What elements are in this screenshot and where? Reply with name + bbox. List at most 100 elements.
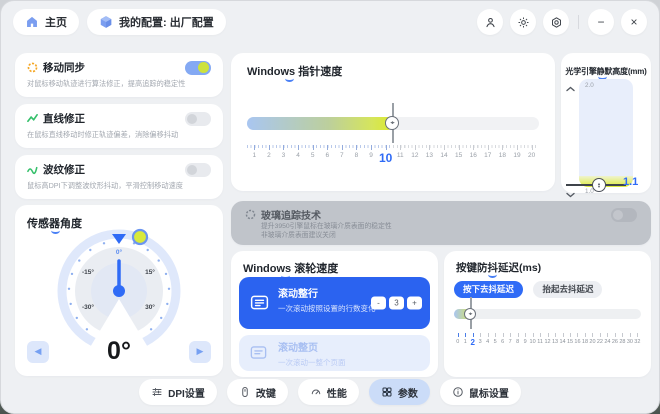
line-correction-icon — [27, 113, 38, 124]
silent-height-card: 光学引擎静默高度(mm) 2.0 1.0 ▴▾ 1.1 — [561, 53, 651, 193]
angle-decrease-button[interactable]: ◀ — [27, 341, 49, 363]
stepper-decrease-button[interactable]: - — [371, 297, 386, 310]
debounce-handle[interactable]: ◂▸ — [464, 308, 476, 320]
mouse-icon — [239, 386, 251, 398]
nav-performance[interactable]: 性能 — [298, 379, 359, 405]
info-icon — [452, 386, 464, 398]
close-glyph: × — [630, 15, 637, 29]
motion-sync-toggle[interactable] — [185, 61, 211, 75]
grid-icon — [381, 386, 393, 398]
glass-tracking-desc2: 非玻璃介质表面建议关闭 — [261, 231, 637, 240]
dial-tick-neg30: -30° — [82, 304, 94, 311]
pointer-speed-title: Windows 指针速度 — [247, 63, 342, 79]
dial-tick-neg15: -15° — [82, 269, 94, 276]
nav-parameters[interactable]: 参数 — [369, 379, 430, 405]
chevron-up-icon[interactable] — [566, 79, 575, 97]
glass-tracking-icon — [245, 209, 256, 220]
ripple-correction-title: 波纹修正 — [43, 162, 85, 177]
sliders-icon — [151, 386, 163, 398]
ruler-cell: 15 — [451, 145, 466, 169]
nav-dpi-settings[interactable]: DPI设置 — [139, 379, 217, 405]
angle-increase-button[interactable]: ▶ — [189, 341, 211, 363]
ruler-cell: 6 — [499, 333, 506, 351]
ruler-cell: 18 — [495, 145, 510, 169]
title-underline — [285, 75, 294, 82]
silent-height-value: 1.1 — [623, 176, 638, 188]
ruler-cell: 13 — [551, 333, 558, 351]
scroll-by-lines-option[interactable]: 滚动整行 一次滚动按照设置的行数变化 - 3 + — [239, 277, 430, 329]
sensor-angle-card: 传感器角度 0° -15° 15° -30° 30° ◀ 0° ▶ — [15, 205, 223, 376]
tab-release-debounce[interactable]: 抬起去抖延迟 — [533, 281, 602, 298]
config-button[interactable]: 我的配置: 出厂配置 — [87, 9, 226, 35]
ruler-cell: 3 — [276, 145, 291, 169]
ruler-cell: 24 — [604, 333, 611, 351]
ruler-cell: 13 — [422, 145, 437, 169]
debounce-title: 按键防抖延迟(ms) — [456, 260, 541, 275]
ripple-correction-toggle[interactable] — [185, 163, 211, 177]
ruler-cell: 28 — [619, 333, 626, 351]
ruler-cell: 26 — [611, 333, 618, 351]
ripple-correction-desc: 鼠标高DPI下调整波纹形抖动，平滑控制移动速度 — [27, 180, 204, 191]
settings-button[interactable] — [543, 9, 569, 35]
dial-tick-15: 15° — [145, 269, 155, 276]
ruler-cell: 0 — [454, 333, 461, 351]
ruler-cell: 17 — [481, 145, 496, 169]
line-count-stepper: - 3 + — [371, 297, 422, 310]
ruler-cell: 15 — [566, 333, 573, 351]
silent-height-slider[interactable] — [579, 79, 633, 187]
ruler-cell: 7 — [506, 333, 513, 351]
motion-sync-desc: 对鼠标移动轨迹进行算法修正，提高追踪的稳定性 — [27, 78, 204, 89]
glass-tracking-toggle[interactable] — [611, 208, 637, 222]
slider-fill — [247, 117, 394, 130]
left-arrow-icon: ◀ — [35, 346, 42, 357]
ruler-cell: 1 — [247, 145, 262, 169]
close-button[interactable]: × — [621, 9, 647, 35]
pointer-speed-handle[interactable]: ◂▸ — [385, 116, 399, 130]
ruler-cell: 20 — [589, 333, 596, 351]
ruler-cell: 10 — [378, 145, 393, 169]
ruler-cell: 7 — [335, 145, 350, 169]
ruler-cell: 2 — [262, 145, 277, 169]
ruler-cell: 4 — [484, 333, 491, 351]
ruler-cell: 6 — [320, 145, 335, 169]
line-correction-toggle[interactable] — [185, 112, 211, 126]
ruler-cell: 30 — [626, 333, 633, 351]
line-correction-card: 直线修正 在鼠标直线移动时修正轨迹偏差，消除偏移抖动 — [15, 104, 223, 148]
stepper-value: 3 — [389, 297, 404, 310]
scroll-lines-icon — [249, 292, 270, 313]
scroll-by-lines-desc: 一次滚动按照设置的行数变化 — [278, 303, 376, 314]
ruler-cell: 20 — [524, 145, 539, 169]
tab-press-debounce[interactable]: 按下去抖延迟 — [454, 281, 523, 298]
cube-icon — [99, 15, 113, 29]
stepper-increase-button[interactable]: + — [407, 297, 422, 310]
glass-tracking-card: 玻璃追踪技术 提升3950引擎鼠标在玻璃介质表面的稳定性 非玻璃介质表面建议关闭 — [231, 201, 651, 245]
ruler-cell: 8 — [349, 145, 364, 169]
minimize-button[interactable]: − — [588, 9, 614, 35]
right-arrow-icon: ▶ — [197, 346, 204, 357]
gear-icon — [550, 16, 563, 29]
motion-sync-title: 移动同步 — [43, 60, 85, 75]
nav-mouse-settings[interactable]: 鼠标设置 — [440, 379, 521, 405]
ruler-cell: 11 — [536, 333, 543, 351]
ruler-cell: 8 — [514, 333, 521, 351]
theme-button[interactable] — [510, 9, 536, 35]
ruler-cell: 2 — [469, 333, 476, 351]
ruler-cell: 19 — [510, 145, 525, 169]
glass-tracking-desc1: 提升3950引擎鼠标在玻璃介质表面的稳定性 — [261, 222, 637, 231]
debounce-slider[interactable] — [454, 309, 641, 319]
account-button[interactable] — [477, 9, 503, 35]
title-bar: 主页 我的配置: 出厂配置 — [1, 1, 659, 43]
sensor-angle-value: 0° — [107, 337, 131, 366]
line-correction-title: 直线修正 — [43, 111, 85, 126]
nav-key-remap[interactable]: 改键 — [227, 379, 288, 405]
ruler-cell: 14 — [437, 145, 452, 169]
divider — [578, 15, 579, 29]
scroll-by-page-option[interactable]: 滚动整页 一次滚动一整个页面 — [239, 335, 430, 371]
silent-height-handle[interactable]: ▴▾ — [592, 178, 606, 192]
glass-tracking-title: 玻璃追踪技术 — [261, 207, 321, 222]
gauge-icon — [310, 386, 322, 398]
person-icon — [484, 16, 497, 29]
ruler-cell: 4 — [291, 145, 306, 169]
home-button[interactable]: 主页 — [13, 9, 79, 35]
pointer-speed-card: Windows 指针速度 ◂▸ 123456789101112131415161… — [231, 53, 555, 191]
